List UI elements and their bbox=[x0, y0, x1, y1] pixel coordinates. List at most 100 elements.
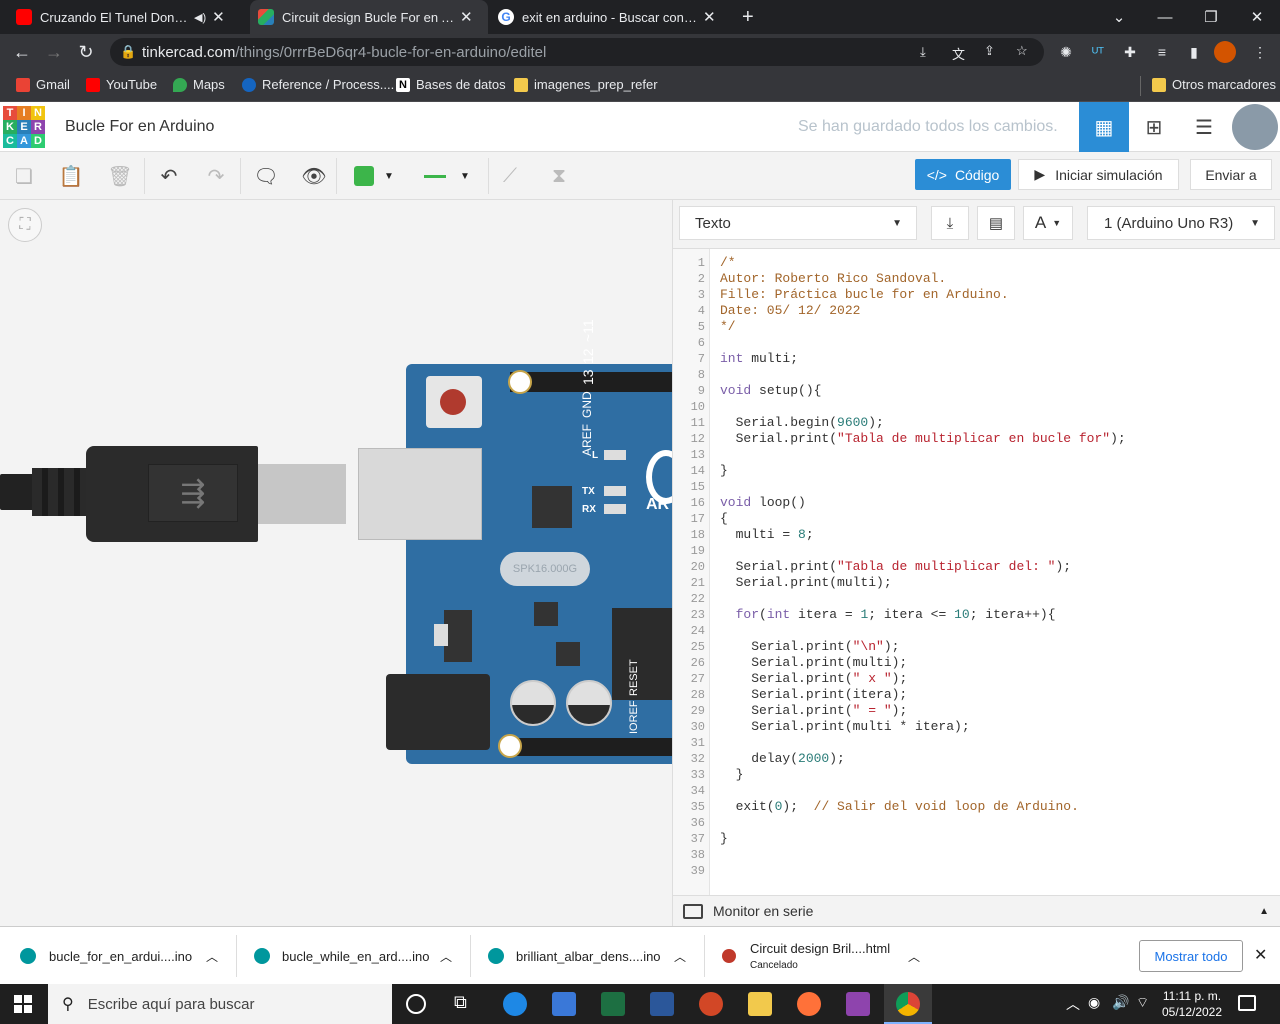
undo-icon[interactable]: ↶ bbox=[155, 162, 183, 190]
circuit-workplane[interactable]: ⛶ ⇶ AREF GND 13 12 ~11 L TX RX AR SPK16.… bbox=[0, 200, 672, 926]
close-window-icon[interactable]: ✕ bbox=[1234, 0, 1280, 34]
volume-icon[interactable]: 🔊 bbox=[1112, 994, 1129, 1011]
cortana-icon[interactable] bbox=[406, 994, 426, 1014]
wire-style-picker[interactable]: ▼ bbox=[416, 158, 480, 194]
user-avatar[interactable] bbox=[1232, 104, 1278, 150]
minimize-icon[interactable]: — bbox=[1142, 0, 1188, 34]
firefox-icon[interactable] bbox=[797, 992, 821, 1016]
download-item[interactable]: brilliant_albar_dens....ino ︿ bbox=[488, 927, 698, 985]
taskbar-clock[interactable]: 11:11 p. m. 05/12/2022 bbox=[1156, 988, 1228, 1020]
bookmark-maps[interactable]: Maps bbox=[173, 77, 225, 92]
code-text: ; bbox=[805, 527, 814, 542]
audio-icon[interactable]: ◀) bbox=[194, 11, 206, 24]
notes-visibility-icon[interactable]: 👁 bbox=[300, 162, 328, 190]
code-button[interactable]: </> Código bbox=[915, 159, 1011, 190]
new-tab-button[interactable]: + bbox=[734, 0, 764, 34]
start-simulation-button[interactable]: ▶ Iniciar simulación bbox=[1018, 159, 1179, 190]
code-text: ); bbox=[782, 799, 814, 814]
translate-icon[interactable]: 文 bbox=[952, 44, 965, 63]
delete-icon[interactable]: 🗑 bbox=[106, 162, 134, 190]
browser-tab-youtube[interactable]: Cruzando El Tunel Donde Se ◀) ✕ bbox=[8, 0, 248, 34]
address-bar[interactable]: 🔒 tinkercad.com/things/0rrrBeD6qr4-bucle… bbox=[110, 38, 1044, 66]
code-editor[interactable]: 1 2 3 4 5 6 7 8 9 10 11 12 13 14 15 16 17 18 19 20 21 22 23 24 2… bbox=[673, 248, 1280, 896]
chevron-up-icon[interactable]: ︿ bbox=[908, 948, 920, 965]
word-icon[interactable] bbox=[650, 992, 674, 1016]
side-panel-icon[interactable]: ▮ bbox=[1184, 42, 1204, 62]
bookmark-star-icon[interactable]: ☆ bbox=[1016, 43, 1028, 59]
chevron-up-icon[interactable]: ︿ bbox=[674, 948, 686, 965]
device-select[interactable]: 1 (Arduino Uno R3) ▼ bbox=[1087, 206, 1275, 240]
rotate-icon[interactable]: ⟋ bbox=[496, 162, 524, 190]
redo-icon[interactable]: ↷ bbox=[202, 162, 230, 190]
download-item[interactable]: Circuit design Bril....html Cancelado ︿ bbox=[722, 927, 932, 985]
chrome-taskbar-button[interactable] bbox=[884, 984, 932, 1024]
tinkercad-logo[interactable]: T I N K E R C A D bbox=[3, 106, 45, 148]
file-explorer-icon[interactable] bbox=[748, 992, 772, 1016]
paste-icon[interactable]: 📋 bbox=[57, 162, 85, 190]
taskbar-search-box[interactable]: ⚲ Escribe aquí para buscar bbox=[48, 984, 392, 1024]
extension-icon[interactable]: ᵁᵀ bbox=[1088, 42, 1108, 62]
browser-tab-google[interactable]: G exit en arduino - Buscar con Goo ✕ bbox=[490, 0, 726, 34]
profile-avatar[interactable] bbox=[1214, 41, 1236, 63]
component-list-button[interactable]: ☰ bbox=[1179, 102, 1229, 152]
arduino-uno-board[interactable]: AREF GND 13 12 ~11 L TX RX AR SPK16.000G… bbox=[358, 319, 672, 764]
lock-icon[interactable]: 🔒 bbox=[120, 44, 136, 60]
code-text: ); bbox=[829, 751, 845, 766]
chevron-up-icon[interactable]: ︿ bbox=[440, 948, 452, 965]
close-shelf-icon[interactable]: ✕ bbox=[1254, 945, 1267, 965]
serial-monitor-bar[interactable]: Monitor en serie ▲ bbox=[673, 895, 1280, 926]
close-tab-icon[interactable]: ✕ bbox=[703, 8, 716, 26]
chevron-up-icon[interactable]: ︿ bbox=[206, 948, 218, 965]
show-all-downloads-button[interactable]: Mostrar todo bbox=[1139, 940, 1243, 972]
store-icon[interactable] bbox=[552, 992, 576, 1016]
reload-icon[interactable]: ↻ bbox=[74, 40, 98, 64]
fill-color-picker[interactable]: ▼ bbox=[346, 158, 406, 194]
video-editor-icon[interactable] bbox=[846, 992, 870, 1016]
tab-search-icon[interactable]: ⌄ bbox=[1096, 0, 1142, 34]
bookmark-gmail[interactable]: Gmail bbox=[16, 77, 70, 92]
notes-icon[interactable]: 🗨 bbox=[252, 162, 280, 190]
font-size-button[interactable]: A ▼ bbox=[1023, 206, 1073, 240]
puzzle-icon[interactable]: ✚ bbox=[1120, 42, 1140, 62]
notifications-icon[interactable] bbox=[1238, 995, 1256, 1011]
windows-start-icon[interactable] bbox=[14, 995, 32, 1013]
extension-icon[interactable]: ✺ bbox=[1056, 42, 1076, 62]
back-icon[interactable]: ← bbox=[10, 40, 34, 64]
schematic-view-button[interactable]: ⊞ bbox=[1129, 102, 1179, 152]
install-icon[interactable]: ⤓ bbox=[920, 44, 926, 60]
send-to-button[interactable]: Enviar a bbox=[1190, 159, 1272, 190]
excel-icon[interactable] bbox=[601, 992, 625, 1016]
share-icon[interactable]: ⇪ bbox=[984, 43, 995, 59]
flip-icon[interactable]: ⧗ bbox=[545, 162, 573, 190]
restore-icon[interactable]: ❐ bbox=[1188, 0, 1234, 34]
bookmark-youtube[interactable]: YouTube bbox=[86, 77, 157, 92]
copy-icon[interactable]: ❏ bbox=[10, 162, 38, 190]
download-item[interactable]: bucle_for_en_ardui....ino ︿ bbox=[20, 927, 230, 985]
show-hidden-icons-icon[interactable]: ︿ bbox=[1066, 994, 1080, 1014]
powerpoint-icon[interactable] bbox=[699, 992, 723, 1016]
bookmark-imagenes[interactable]: imagenes_prep_refer bbox=[514, 77, 658, 92]
media-icon[interactable]: ≡ bbox=[1152, 42, 1172, 62]
camera-icon[interactable]: ◉ bbox=[1088, 994, 1100, 1011]
menu-icon[interactable]: ⋮ bbox=[1250, 42, 1270, 62]
download-item[interactable]: bucle_while_en_ard....ino ︿ bbox=[254, 927, 464, 985]
usb-connector[interactable]: ⇶ bbox=[86, 446, 258, 542]
circuit-view-button[interactable]: ▦ bbox=[1079, 102, 1129, 152]
project-title[interactable]: Bucle For en Arduino bbox=[65, 118, 214, 136]
browser-tab-tinkercad[interactable]: Circuit design Bucle For en Ardui ✕ bbox=[250, 0, 488, 34]
bookmark-bases-de-datos[interactable]: N Bases de datos bbox=[396, 77, 506, 92]
download-code-button[interactable]: ⤓ bbox=[931, 206, 969, 240]
bookmark-otros-marcadores[interactable]: Otros marcadores bbox=[1152, 77, 1276, 92]
reset-button[interactable] bbox=[426, 376, 482, 428]
chevron-up-icon[interactable]: ▲ bbox=[1259, 906, 1269, 917]
wifi-icon[interactable]: ⌔ bbox=[1136, 994, 1149, 1012]
task-view-icon[interactable]: ⧉ bbox=[454, 992, 467, 1013]
forward-icon[interactable]: → bbox=[42, 40, 66, 64]
fit-view-icon[interactable]: ⛶ bbox=[8, 208, 42, 242]
edge-icon[interactable] bbox=[503, 992, 527, 1016]
code-mode-select[interactable]: Texto ▼ bbox=[679, 206, 917, 240]
bookmark-processing[interactable]: Reference / Process.... bbox=[242, 77, 394, 92]
close-tab-icon[interactable]: ✕ bbox=[212, 8, 225, 26]
close-tab-icon[interactable]: ✕ bbox=[460, 8, 473, 26]
libraries-button[interactable]: ▤ bbox=[977, 206, 1015, 240]
